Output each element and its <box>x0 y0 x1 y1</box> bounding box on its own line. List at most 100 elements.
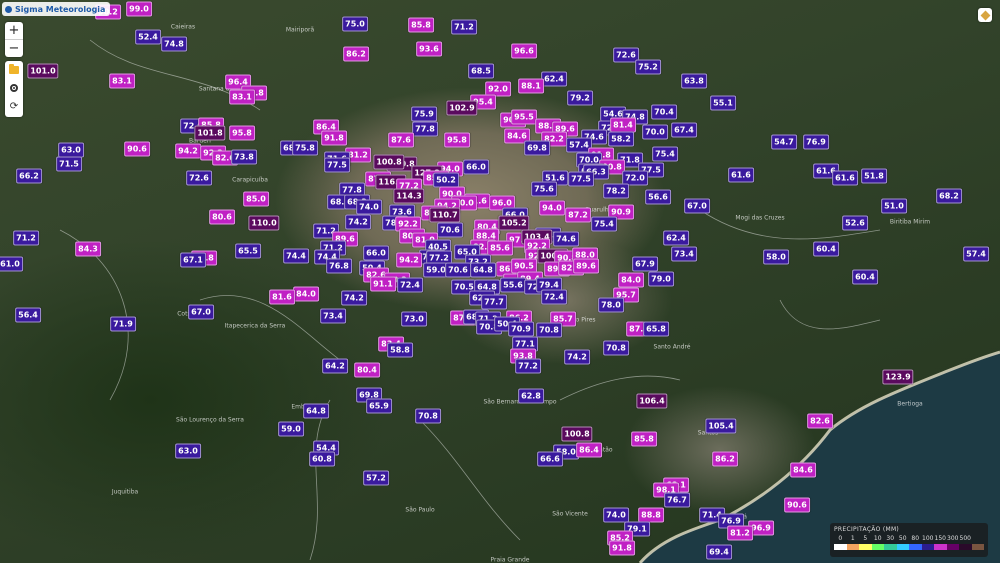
station-marker[interactable]: 56.4 <box>15 307 41 323</box>
station-marker[interactable]: 81.4 <box>610 117 636 133</box>
station-marker[interactable]: 67.4 <box>671 122 697 138</box>
station-marker[interactable]: 74.0 <box>603 507 629 523</box>
station-marker[interactable]: 88.1 <box>518 78 544 94</box>
station-marker[interactable]: 91.8 <box>321 130 347 146</box>
station-marker[interactable]: 67.1 <box>180 252 206 268</box>
zoom-out-button[interactable]: − <box>5 39 23 57</box>
station-marker[interactable]: 66.0 <box>463 159 489 175</box>
station-marker[interactable]: 88.8 <box>638 507 664 523</box>
station-marker[interactable]: 90.6 <box>124 141 150 157</box>
station-marker[interactable]: 85.8 <box>631 431 657 447</box>
layers-button[interactable] <box>978 8 992 22</box>
station-marker[interactable]: 77.5 <box>324 157 350 173</box>
station-marker[interactable]: 78.0 <box>598 297 624 313</box>
station-marker[interactable]: 66.0 <box>363 245 389 261</box>
station-marker[interactable]: 71.5 <box>56 156 82 172</box>
station-marker[interactable]: 95.8 <box>229 125 255 141</box>
station-marker[interactable]: 99.0 <box>126 1 152 17</box>
station-marker[interactable]: 70.6 <box>437 222 463 238</box>
station-marker[interactable]: 73.8 <box>231 149 257 165</box>
station-marker[interactable]: 75.4 <box>652 146 678 162</box>
station-marker[interactable]: 62.4 <box>541 71 567 87</box>
station-marker[interactable]: 75.9 <box>411 106 437 122</box>
station-marker[interactable]: 114.3 <box>393 188 425 204</box>
station-marker[interactable]: 73.4 <box>320 308 346 324</box>
station-marker[interactable]: 66.2 <box>16 168 42 184</box>
station-marker[interactable]: 74.2 <box>564 349 590 365</box>
station-marker[interactable]: 71.9 <box>110 316 136 332</box>
station-marker[interactable]: 57.2 <box>363 470 389 486</box>
station-marker[interactable]: 110.7 <box>429 207 461 223</box>
station-marker[interactable]: 72.6 <box>186 170 212 186</box>
station-marker[interactable]: 50.2 <box>433 172 459 188</box>
station-marker[interactable]: 82.6 <box>807 413 833 429</box>
station-marker[interactable]: 87.2 <box>565 207 591 223</box>
station-marker[interactable]: 51.8 <box>861 168 887 184</box>
station-marker[interactable]: 94.0 <box>539 200 565 216</box>
station-marker[interactable]: 55.1 <box>710 95 736 111</box>
station-marker[interactable]: 79.2 <box>567 90 593 106</box>
station-marker[interactable]: 72.4 <box>541 289 567 305</box>
station-marker[interactable]: 94.2 <box>396 252 422 268</box>
station-marker[interactable]: 89.6 <box>573 258 599 274</box>
station-marker[interactable]: 75.6 <box>531 181 557 197</box>
station-marker[interactable]: 61.0 <box>0 256 23 272</box>
station-marker[interactable]: 84.3 <box>75 241 101 257</box>
station-marker[interactable]: 70.4 <box>651 104 677 120</box>
station-marker[interactable]: 74.0 <box>356 199 382 215</box>
station-marker[interactable]: 59.0 <box>278 421 304 437</box>
station-marker[interactable]: 90.6 <box>784 497 810 513</box>
station-marker[interactable]: 95.5 <box>511 109 537 125</box>
station-marker[interactable]: 102.9 <box>446 100 478 116</box>
station-marker[interactable]: 85.0 <box>243 191 269 207</box>
folder-icon[interactable] <box>9 64 19 74</box>
map-canvas[interactable]: CaieirasMairiporãSantana de ParnaíbaBaru… <box>0 0 1000 563</box>
station-marker[interactable]: 123.9 <box>882 369 914 385</box>
station-marker[interactable]: 70.0 <box>642 124 668 140</box>
station-marker[interactable]: 71.2 <box>451 19 477 35</box>
station-marker[interactable]: 70.9 <box>508 321 534 337</box>
station-marker[interactable]: 65.5 <box>235 243 261 259</box>
station-marker[interactable]: 70.8 <box>536 322 562 338</box>
station-marker[interactable]: 100.8 <box>373 154 405 170</box>
station-marker[interactable]: 68.2 <box>936 188 962 204</box>
station-marker[interactable]: 69.4 <box>706 544 732 560</box>
station-marker[interactable]: 63.0 <box>58 142 84 158</box>
station-marker[interactable]: 67.9 <box>632 256 658 272</box>
station-marker[interactable]: 58.0 <box>763 249 789 265</box>
station-marker[interactable]: 76.8 <box>326 258 352 274</box>
station-marker[interactable]: 80.6 <box>209 209 235 225</box>
station-marker[interactable]: 66.6 <box>537 451 563 467</box>
station-marker[interactable]: 60.4 <box>813 241 839 257</box>
station-marker[interactable]: 68.5 <box>468 63 494 79</box>
station-marker[interactable]: 75.2 <box>635 59 661 75</box>
station-marker[interactable]: 75.8 <box>292 140 318 156</box>
station-marker[interactable]: 63.8 <box>681 73 707 89</box>
station-marker[interactable]: 76.7 <box>664 492 690 508</box>
station-marker[interactable]: 64.2 <box>322 358 348 374</box>
station-marker[interactable]: 75.4 <box>591 216 617 232</box>
station-marker[interactable]: 55.6 <box>500 277 526 293</box>
station-marker[interactable]: 52.6 <box>842 215 868 231</box>
station-marker[interactable]: 54.7 <box>771 134 797 150</box>
station-marker[interactable]: 58.8 <box>387 342 413 358</box>
station-marker[interactable]: 62.8 <box>518 388 544 404</box>
station-marker[interactable]: 100.8 <box>561 426 593 442</box>
station-marker[interactable]: 74.4 <box>283 248 309 264</box>
station-marker[interactable]: 61.6 <box>832 170 858 186</box>
station-marker[interactable]: 86.4 <box>576 442 602 458</box>
station-marker[interactable]: 81.2 <box>727 525 753 541</box>
station-marker[interactable]: 91.1 <box>370 276 396 292</box>
station-marker[interactable]: 60.4 <box>852 269 878 285</box>
station-marker[interactable]: 75.0 <box>342 16 368 32</box>
station-marker[interactable]: 110.0 <box>248 215 280 231</box>
station-marker[interactable]: 67.0 <box>684 198 710 214</box>
station-marker[interactable]: 51.0 <box>881 198 907 214</box>
station-marker[interactable]: 84.6 <box>790 462 816 478</box>
station-marker[interactable]: 106.4 <box>636 393 668 409</box>
station-marker[interactable]: 65.9 <box>366 398 392 414</box>
zoom-in-button[interactable]: + <box>5 22 23 39</box>
station-marker[interactable]: 65.8 <box>643 321 669 337</box>
station-marker[interactable]: 69.8 <box>524 140 550 156</box>
station-marker[interactable]: 105.2 <box>498 215 530 231</box>
